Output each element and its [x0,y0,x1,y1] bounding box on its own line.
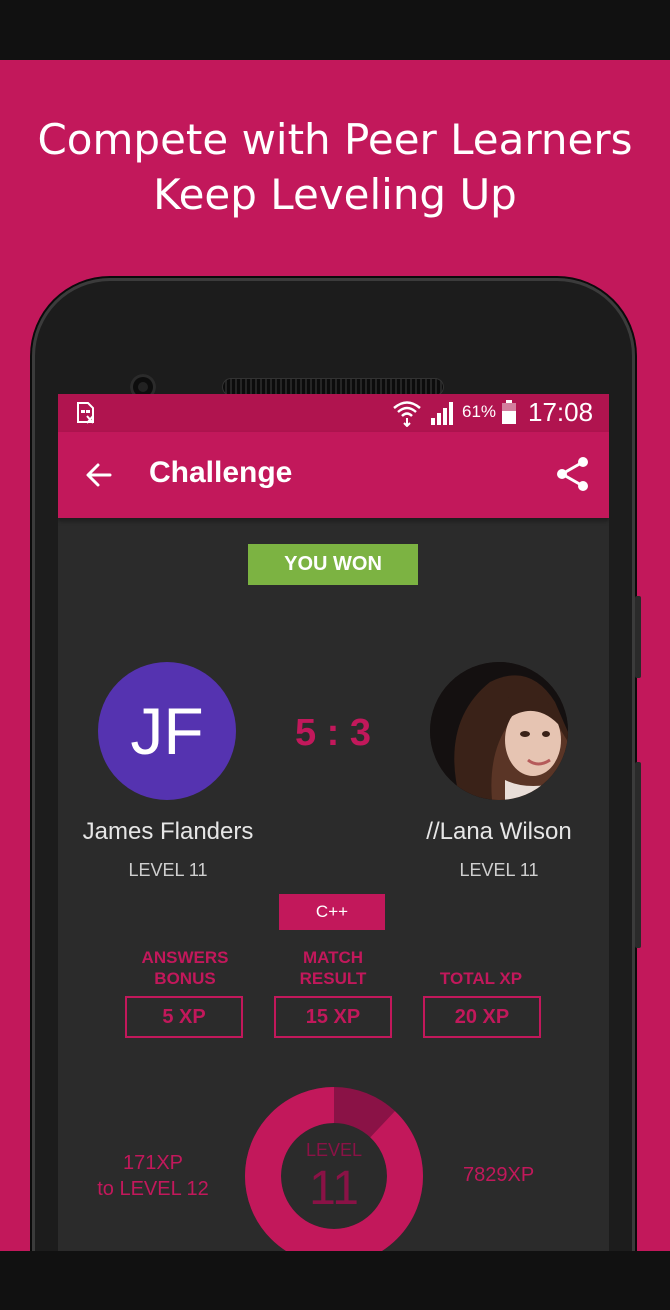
level-caption: LEVEL [306,1140,362,1160]
stat-label-line: ANSWERS [141,948,229,967]
level-number: 11 [309,1162,359,1215]
status-time: 17:08 [528,397,594,427]
opponent-level: LEVEL 11 [459,860,539,880]
total-xp-value: 20 XP [423,996,541,1038]
headline-line-1: Compete with Peer Learners [37,115,633,164]
level-progress-donut: LEVEL 11 [245,1087,423,1251]
wifi-icon [393,401,421,427]
answers-bonus-label: ANSWERS BONUS [110,947,260,989]
status-bar: 61% 17:08 [58,394,609,432]
stat-label-line: BONUS [154,969,216,988]
arrow-back-icon[interactable] [84,460,114,490]
battery-icon [502,400,516,424]
stat-label-line: RESULT [299,969,367,988]
page-title: Challenge [149,456,293,489]
match-score: 5 : 3 [294,712,372,754]
app-screen: 61% 17:08 Challenge YOU WON JF 5 : 3 Jam… [58,394,609,1251]
xp-to-next-level: 171XP to LEVEL 12 [78,1150,228,1202]
promo-headline: Compete with Peer Learners Keep Leveling… [0,112,670,222]
player-level: LEVEL 11 [128,860,208,880]
phone-volume-button [635,762,641,948]
xp-needed: 171XP [122,1152,184,1174]
answers-bonus-value: 5 XP [125,996,243,1038]
stat-label-line: MATCH [302,948,364,967]
avatar: JF [98,662,236,800]
battery-percent: 61% [462,402,497,421]
next-level-label: to LEVEL 12 [97,1178,209,1200]
app-bar: Challenge [58,432,609,518]
phone-side-button [635,596,641,678]
headline-line-2: Keep Leveling Up [153,170,517,219]
total-xp-label: TOTAL XP [406,968,556,989]
avatar-photo [430,662,568,800]
no-sim-icon [77,402,94,424]
match-result-label: MATCH RESULT [258,947,408,989]
share-icon[interactable] [556,456,590,492]
match-result-value: 15 XP [274,996,392,1038]
stat-label-line: TOTAL XP [439,969,523,988]
player-photo-image [430,662,568,800]
you-won-badge: YOU WON [248,544,418,585]
total-xp: 7829XP [463,1164,535,1186]
opponent-name: //Lana Wilson [426,818,572,845]
player-name: James Flanders [82,818,254,845]
language-badge: C++ [279,894,385,930]
signal-icon [431,402,453,425]
